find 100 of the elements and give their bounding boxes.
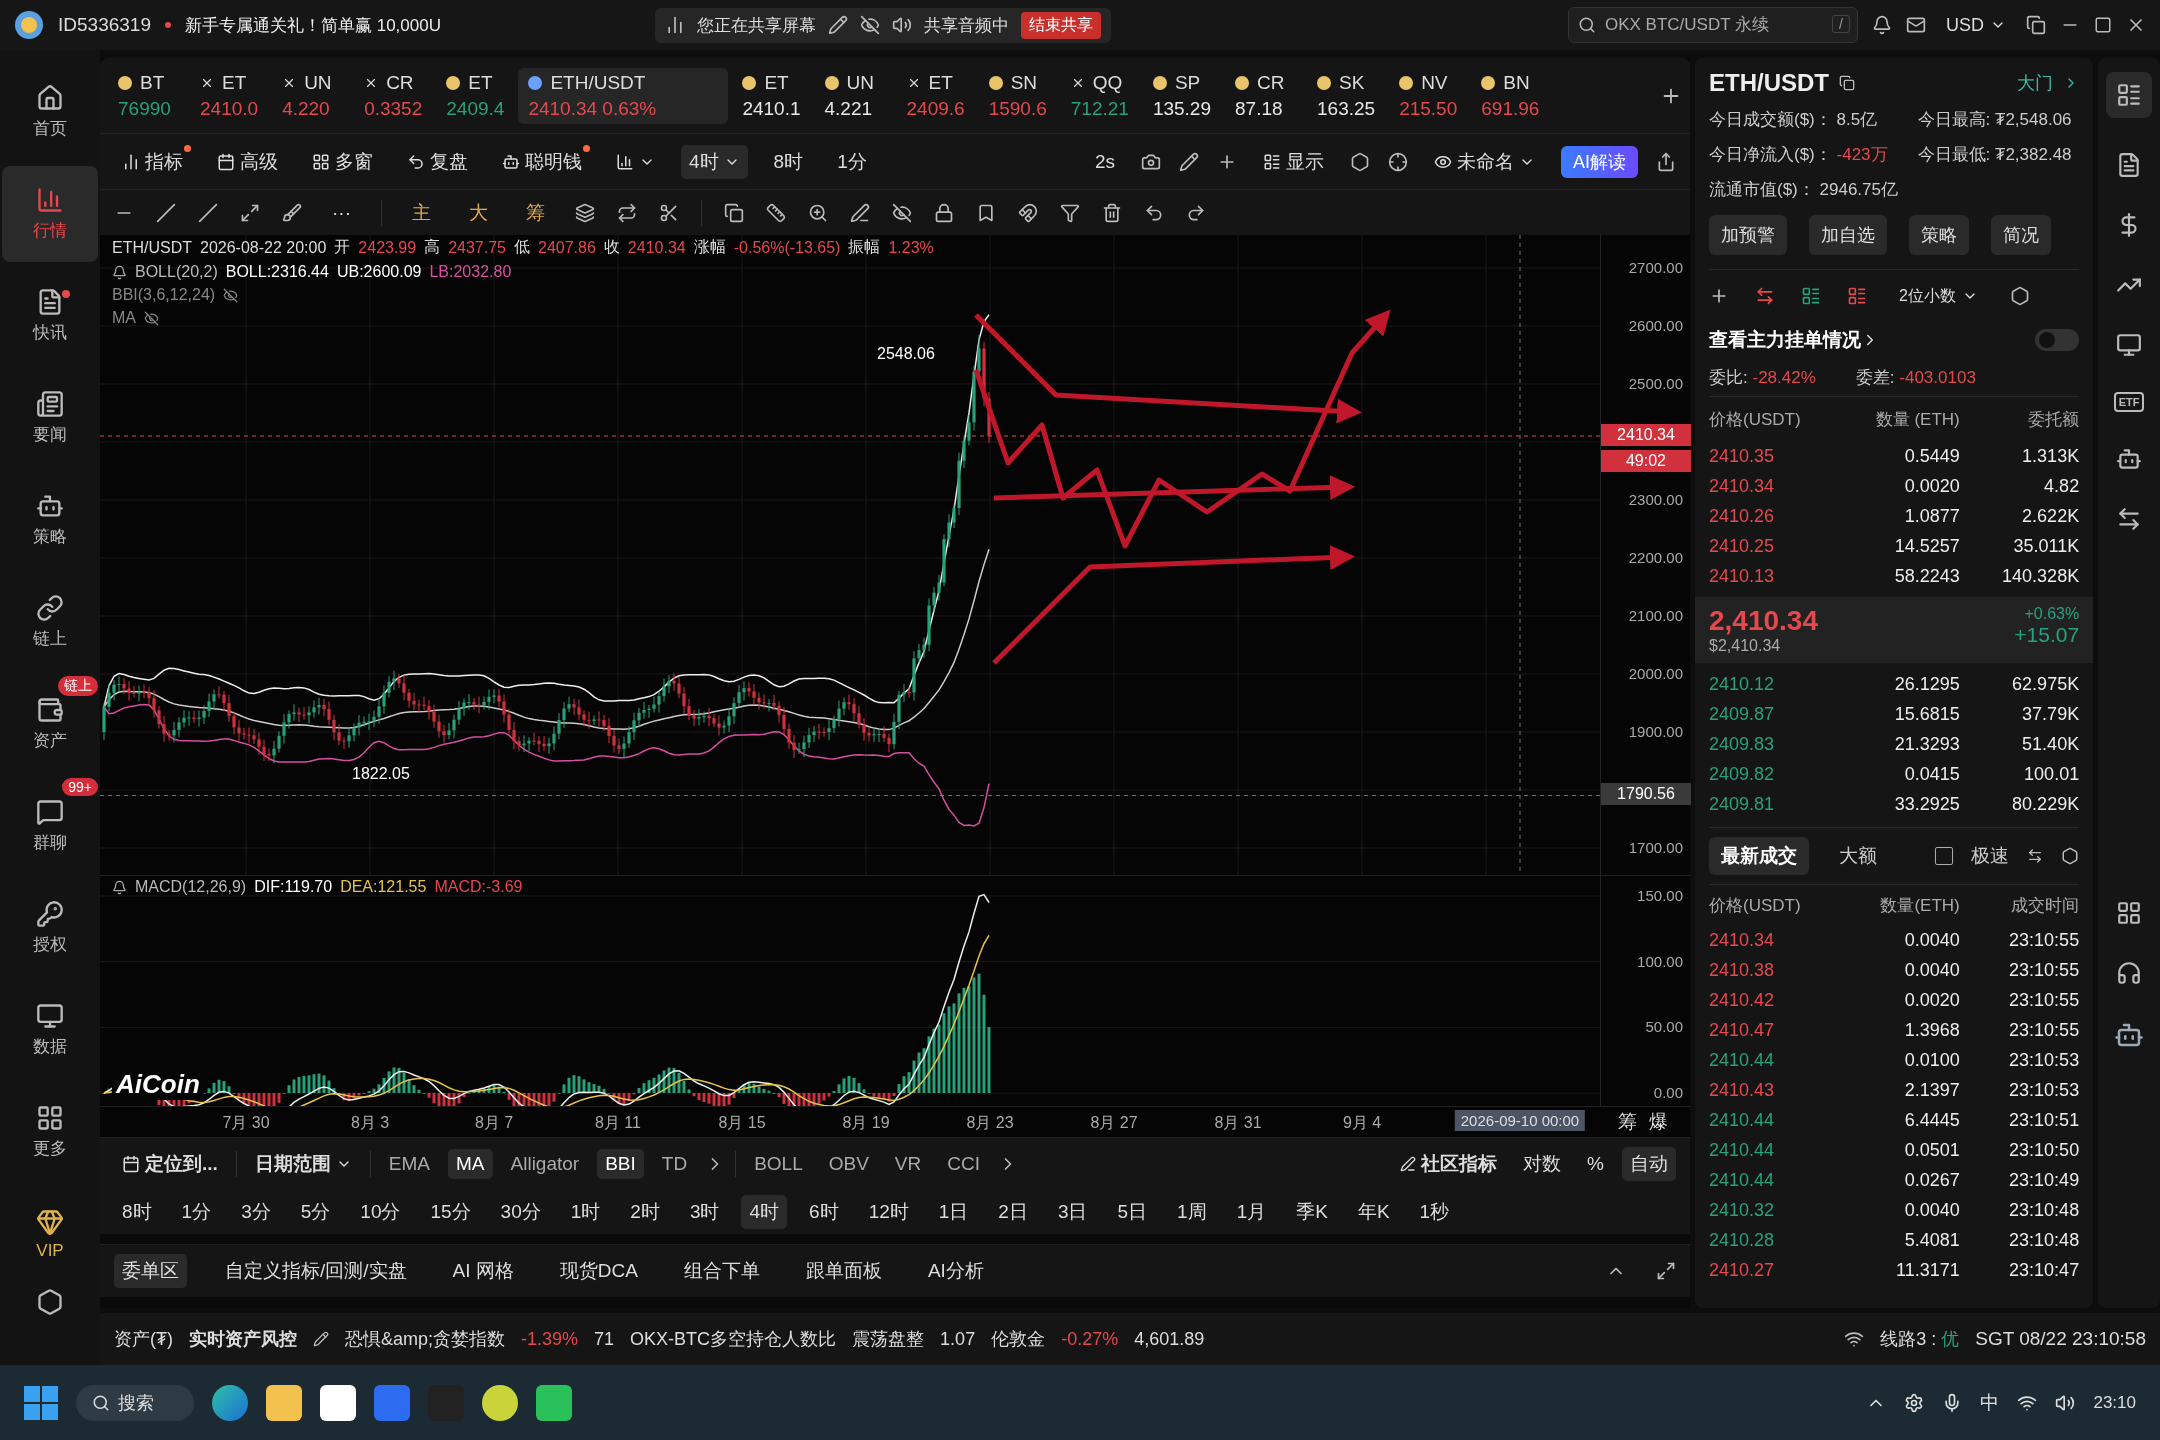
indicator-tool[interactable]: 主 (404, 195, 439, 230)
gate-link[interactable]: 大门 (2017, 71, 2054, 95)
ticker-tab[interactable]: ETH/USDT 2410.34 0.63% (518, 67, 729, 124)
locate-button[interactable]: 定位到... (114, 1147, 226, 1181)
taskbar-search[interactable]: 搜索 (76, 1384, 194, 1421)
layout-dropdown[interactable]: 未命名 (1426, 144, 1543, 179)
display-button[interactable]: 显示 (1255, 144, 1332, 179)
timeframe-tab[interactable]: 2日 (990, 1195, 1036, 1229)
timeframe-tab[interactable]: 1秒 (1411, 1195, 1458, 1229)
ticker-tab[interactable]: SN 1590.6 (978, 67, 1057, 124)
input-method[interactable]: 中 (1980, 1389, 2000, 1416)
panel-tab[interactable]: 组合下单 (675, 1254, 768, 1288)
timeframe-tab[interactable]: 15分 (422, 1195, 479, 1229)
currency-dropdown[interactable]: USD (1940, 13, 2012, 37)
timeframe-tab[interactable]: 30分 (492, 1195, 549, 1229)
ticker-tab[interactable]: BT 76990 (108, 67, 186, 124)
sidebar-item[interactable]: VIP (2, 1186, 98, 1282)
indicator-tab[interactable]: MA (448, 1149, 493, 1179)
sidebar-item[interactable]: 快讯 (2, 268, 98, 364)
ai-button[interactable]: AI解读 (1561, 145, 1638, 178)
action-button[interactable]: 简况 (1991, 215, 2051, 255)
taskbar-clock[interactable]: 23:10 (2093, 1392, 2136, 1413)
timeframe-tab[interactable]: 5日 (1109, 1195, 1156, 1229)
timeframe-tab[interactable]: 1日 (930, 1195, 977, 1229)
sidebar-item[interactable]: 授权 (2, 880, 98, 976)
panel-tab[interactable]: 委单区 (114, 1254, 187, 1288)
timeframe-tab[interactable]: 12时 (860, 1195, 917, 1229)
timeframe-tab[interactable]: 5分 (292, 1195, 339, 1229)
panel-tab[interactable]: AI分析 (919, 1254, 992, 1288)
etf-button[interactable]: ETF (2113, 392, 2145, 412)
ticker-tab[interactable]: ET 2410.1 (732, 67, 811, 124)
ticker-tab[interactable]: ET 2409.6 (896, 67, 975, 124)
timeframe-tab[interactable]: 季K (1288, 1195, 1336, 1229)
toolbar-button[interactable]: 复盘 (399, 144, 476, 179)
indicator-tool[interactable]: 筹 (518, 195, 553, 230)
toolbar-button[interactable]: 多窗 (304, 144, 381, 179)
trades-tab[interactable]: 最新成交 (1709, 837, 1809, 875)
sidebar-item[interactable]: 链上 (2, 574, 98, 670)
precision-dropdown[interactable]: 2位小数 (1893, 284, 1984, 308)
ticker-tab[interactable]: SK 163.25 (1307, 67, 1386, 124)
ticker-tab[interactable]: NV 215.50 (1389, 67, 1468, 124)
action-button[interactable]: 加自选 (1809, 215, 1887, 255)
axis-button[interactable]: 筹 (1618, 1109, 1637, 1135)
scale-option[interactable]: % (1579, 1149, 1612, 1179)
axis-button[interactable]: 爆 (1649, 1109, 1668, 1135)
indicator-tab[interactable]: CCI (939, 1149, 988, 1179)
main-orders-link[interactable]: 查看主力挂单情况 (1709, 327, 1861, 353)
timeframe-tab[interactable]: 3分 (233, 1195, 279, 1229)
scale-option[interactable]: 自动 (1622, 1147, 1676, 1181)
ticker-tab[interactable]: CR 0.3352 (354, 67, 433, 124)
indicator-tab[interactable]: BBI (597, 1149, 644, 1179)
sidebar-item[interactable]: 要闻 (2, 370, 98, 466)
timeframe-tab[interactable]: 1月 (1228, 1195, 1275, 1229)
toolbar-button[interactable]: 聪明钱 (494, 144, 590, 179)
ticker-tab[interactable]: CR 87.18 (1225, 67, 1303, 124)
assets-label[interactable]: 资产(₮) (114, 1327, 173, 1351)
sidebar-item[interactable]: 更多 (2, 1084, 98, 1180)
timeframe-tab[interactable]: 1时 (562, 1195, 609, 1229)
end-share-button[interactable]: 结束共享 (1020, 11, 1101, 39)
timeframe-tab[interactable]: 6时 (801, 1195, 847, 1229)
panel-tab[interactable]: 现货DCA (551, 1254, 646, 1288)
more-tools-button[interactable]: ··· (324, 197, 359, 228)
action-button[interactable]: 加预警 (1709, 215, 1787, 255)
sidebar-item[interactable]: 数据 (2, 982, 98, 1078)
action-button[interactable]: 策略 (1909, 215, 1969, 255)
toolbar-button[interactable]: 指标 (114, 144, 191, 179)
timeframe-tab[interactable]: 1分 (173, 1195, 220, 1229)
ticker-tab[interactable]: BN 691.96 (1471, 67, 1550, 124)
ticker-tab[interactable]: QQ 712.21 (1060, 67, 1139, 124)
ticker-tab[interactable]: ET 2410.0 (190, 67, 269, 124)
toolbar-button[interactable]: 高级 (209, 144, 286, 179)
indicator-tab[interactable]: BOLL (746, 1149, 811, 1179)
ticker-tab[interactable]: ET 2409.4 (436, 67, 515, 124)
panel-tab[interactable]: AI 网格 (444, 1254, 522, 1288)
sidebar-item[interactable]: 策略 (2, 472, 98, 568)
indicator-tab[interactable]: OBV (820, 1149, 877, 1179)
timeframe-tab[interactable]: 10分 (352, 1195, 409, 1229)
ticker-tab[interactable]: UN 4.220 (272, 67, 351, 124)
indicator-tab[interactable]: TD (653, 1149, 696, 1179)
timeframe-tab[interactable]: 4时 (741, 1195, 788, 1229)
scale-option[interactable]: 对数 (1515, 1147, 1570, 1181)
ticker-tab[interactable]: UN 4.221 (814, 67, 893, 124)
trades-tab[interactable]: 大额 (1827, 837, 1889, 875)
timeframe-tab[interactable]: 3日 (1049, 1195, 1096, 1229)
panel-tab[interactable]: 跟单面板 (797, 1254, 890, 1288)
ticker-tab[interactable]: SP 135.29 (1142, 67, 1221, 124)
timeframe-tab[interactable]: 2时 (622, 1195, 668, 1229)
community-indicators-button[interactable]: 社区指标 (1392, 1147, 1506, 1181)
timeframe-tab[interactable]: 8时 (114, 1195, 160, 1229)
timeframe-tab[interactable]: 3时 (681, 1195, 728, 1229)
promo-link[interactable]: 新手专属通关礼！简单赢 10,000U (184, 13, 441, 37)
timeframe-tab[interactable]: 年K (1349, 1195, 1398, 1229)
indicator-tool[interactable]: 大 (461, 195, 496, 230)
sidebar-item[interactable]: 行情 (2, 166, 98, 262)
period-tab[interactable]: 4时 (681, 144, 748, 179)
indicator-tab[interactable]: VR (886, 1149, 930, 1179)
sidebar-item[interactable]: 首页 (2, 64, 98, 160)
period-tab[interactable]: 1分 (829, 144, 875, 179)
risk-control-label[interactable]: 实时资产风控 (189, 1327, 297, 1351)
panel-tab[interactable]: 自定义指标/回测/实盘 (217, 1254, 415, 1288)
